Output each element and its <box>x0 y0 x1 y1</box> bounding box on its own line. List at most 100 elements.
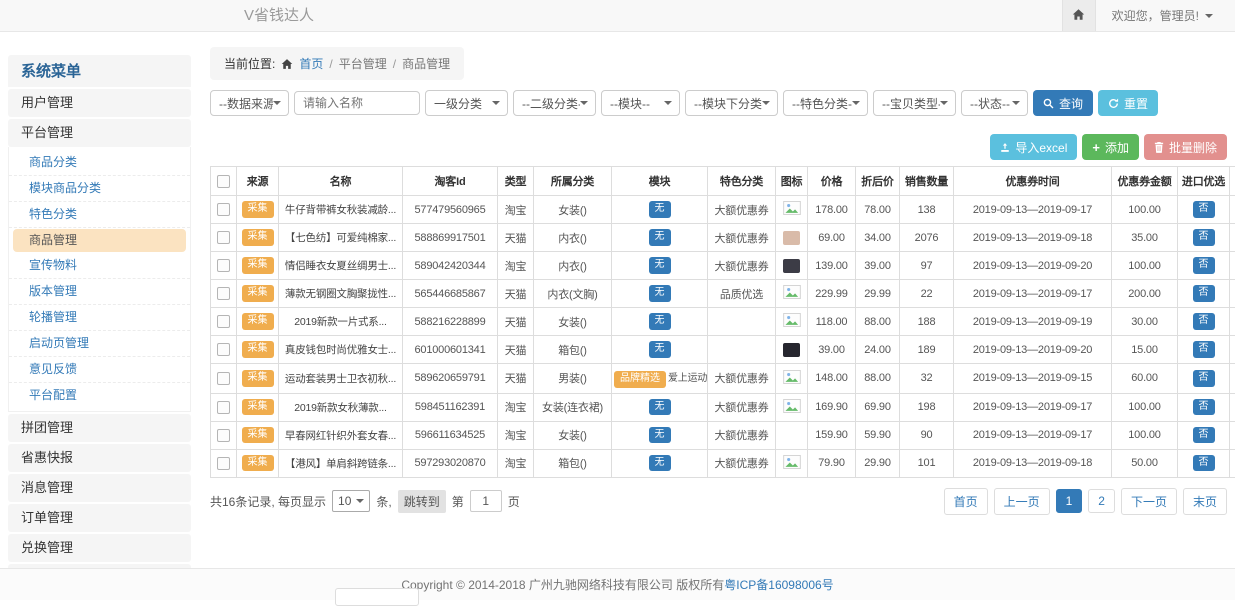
page-button[interactable]: 2 <box>1088 489 1115 513</box>
filter-select[interactable]: --模块下分类-- <box>685 90 778 116</box>
import-select-toggle[interactable]: 否 <box>1193 455 1215 472</box>
import-select-toggle[interactable]: 否 <box>1193 201 1215 218</box>
import-select-toggle[interactable]: 否 <box>1193 341 1215 358</box>
home-button[interactable] <box>1062 0 1096 31</box>
sidebar-item[interactable]: 模块商品分类 <box>9 176 190 202</box>
table-row: 采集薄款无钢圈文胸聚拢性...565446685867天猫内衣(文胸)无品质优选… <box>211 280 1235 308</box>
jump-pre-label: 第 <box>452 493 464 510</box>
jump-button[interactable]: 跳转到 <box>398 490 446 513</box>
sidebar-section[interactable]: 拼团管理 <box>8 414 191 442</box>
source-badge: 采集 <box>242 455 274 472</box>
import-select-toggle[interactable]: 否 <box>1193 229 1215 246</box>
name-search-input[interactable] <box>294 91 420 115</box>
page-button[interactable]: 末页 <box>1183 488 1227 515</box>
sales-count-cell: 2076 <box>900 224 954 252</box>
product-type: 天猫 <box>498 224 534 252</box>
import-select-toggle[interactable]: 否 <box>1193 313 1215 330</box>
sidebar-section[interactable]: 兑换管理 <box>8 534 191 562</box>
import-select-toggle[interactable]: 否 <box>1193 257 1215 274</box>
coupon-amount-cell: 60.00 <box>1112 364 1178 394</box>
icp-link[interactable]: 粤ICP备16098006号 <box>724 576 833 593</box>
filter-select[interactable]: --宝贝类型-- <box>873 90 956 116</box>
column-header: 图标 <box>776 167 808 196</box>
product-category: 箱包() <box>534 449 612 477</box>
coupon-time-cell: 2019-09-13—2019-09-18 <box>954 449 1112 477</box>
row-checkbox[interactable] <box>217 203 230 216</box>
source-cell: 采集 <box>237 224 279 252</box>
row-checkbox[interactable] <box>217 315 230 328</box>
product-category: 女装(连衣裙) <box>534 393 612 421</box>
module-badge: 无 <box>649 229 671 246</box>
discount-price-cell: 24.00 <box>856 336 900 364</box>
feature-category: 大额优惠券 <box>708 364 776 394</box>
app-title: V省钱达人 <box>244 0 314 31</box>
sidebar-section[interactable]: 订单管理 <box>8 504 191 532</box>
source-cell: 采集 <box>237 449 279 477</box>
add-button[interactable]: + 添加 <box>1082 134 1139 160</box>
sidebar-item[interactable]: 意见反馈 <box>9 357 190 383</box>
sidebar-item[interactable]: 商品管理 <box>13 229 186 252</box>
import-select-toggle[interactable]: 否 <box>1193 370 1215 387</box>
discount-price-cell: 34.00 <box>856 224 900 252</box>
table-row: 采集真皮钱包时尚优雅女士...601000601341天猫箱包()无39.002… <box>211 336 1235 364</box>
column-header: 类型 <box>498 167 534 196</box>
import-excel-button[interactable]: 导入excel <box>990 134 1077 160</box>
sidebar-item[interactable]: 特色分类 <box>9 202 190 228</box>
product-thumbnail <box>783 259 800 273</box>
product-name: 真皮钱包时尚优雅女士... <box>279 336 403 364</box>
sidebar-item[interactable]: 版本管理 <box>9 279 190 305</box>
sidebar-section[interactable]: 平台管理 <box>8 119 191 147</box>
sidebar-item[interactable]: 平台配置 <box>9 383 190 408</box>
coupon-amount-cell: 100.00 <box>1112 196 1178 224</box>
sidebar-section[interactable]: 用户管理 <box>8 89 191 117</box>
reset-button[interactable]: 重置 <box>1098 90 1158 116</box>
page-button[interactable]: 1 <box>1056 489 1083 513</box>
page-button[interactable]: 下一页 <box>1121 488 1177 515</box>
batch-delete-button[interactable]: 批量删除 <box>1144 134 1227 160</box>
discount-price-cell: 29.90 <box>856 449 900 477</box>
filter-select[interactable]: --二级分类-- <box>513 90 596 116</box>
source-cell: 采集 <box>237 252 279 280</box>
sidebar-section[interactable]: 消息管理 <box>8 474 191 502</box>
filter-select[interactable]: 一级分类 <box>425 90 508 116</box>
row-checkbox[interactable] <box>217 429 230 442</box>
sidebar-item[interactable]: 轮播管理 <box>9 305 190 331</box>
page-size-select[interactable]: 10 <box>332 490 370 512</box>
price-cell: 79.90 <box>808 449 856 477</box>
page-button[interactable]: 首页 <box>944 488 988 515</box>
breadcrumb-home-link[interactable]: 首页 <box>299 55 323 72</box>
import-select-toggle[interactable]: 否 <box>1193 399 1215 416</box>
table-row: 采集运动套装男士卫衣初秋...589620659791天猫男装()品牌精选爱上运… <box>211 364 1235 394</box>
row-checkbox[interactable] <box>217 259 230 272</box>
filter-select[interactable]: --特色分类-- <box>783 90 868 116</box>
taoke-id: 589620659791 <box>403 364 498 394</box>
column-header: 销售数量 <box>900 167 954 196</box>
sidebar-section[interactable]: 省惠快报 <box>8 444 191 472</box>
import-select-toggle[interactable]: 否 <box>1193 427 1215 444</box>
sidebar-item[interactable]: 宣传物料 <box>9 253 190 279</box>
user-menu[interactable]: 欢迎您，管理员! <box>1096 0 1235 31</box>
page-button[interactable]: 上一页 <box>994 488 1050 515</box>
filter-select[interactable]: --状态-- <box>961 90 1028 116</box>
product-category: 内衣() <box>534 252 612 280</box>
thumb-cell <box>776 449 808 477</box>
import-select-toggle[interactable]: 否 <box>1193 285 1215 302</box>
select-all-checkbox[interactable] <box>217 175 230 188</box>
sidebar-item[interactable]: 商品分类 <box>9 150 190 176</box>
coupon-time-cell: 2019-09-13—2019-09-18 <box>954 224 1112 252</box>
jump-page-input[interactable] <box>470 490 502 512</box>
row-checkbox[interactable] <box>217 372 230 385</box>
row-checkbox[interactable] <box>217 401 230 414</box>
search-button[interactable]: 查询 <box>1033 90 1093 116</box>
filter-select[interactable]: --数据来源-- <box>210 90 289 116</box>
product-name: 2019新款一片式系... <box>279 308 403 336</box>
sidebar-item[interactable]: 启动页管理 <box>9 331 190 357</box>
row-checkbox[interactable] <box>217 457 230 470</box>
product-name: 情侣睡衣女夏丝绸男士... <box>279 252 403 280</box>
row-checkbox[interactable] <box>217 231 230 244</box>
source-badge: 采集 <box>242 341 274 358</box>
row-checkbox[interactable] <box>217 287 230 300</box>
filter-select[interactable]: --模块-- <box>601 90 680 116</box>
module-badge: 无 <box>649 427 671 444</box>
row-checkbox[interactable] <box>217 343 230 356</box>
